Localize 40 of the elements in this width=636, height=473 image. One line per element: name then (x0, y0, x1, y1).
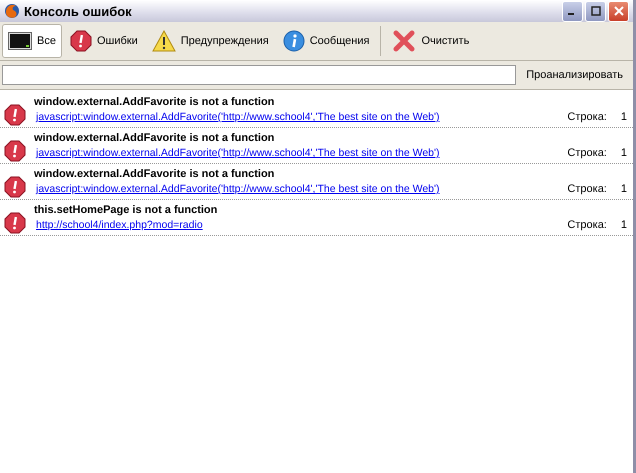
window-title: Консоль ошибок (24, 4, 132, 18)
filter-tab[interactable]: Сообщения (276, 24, 376, 58)
error-message: window.external.AddFavorite is not a function (34, 168, 276, 180)
line-label: Строка: (567, 147, 607, 159)
line-number: 1 (620, 219, 627, 231)
error-icon (4, 104, 26, 126)
error-icon (4, 140, 26, 162)
error-icon (70, 30, 92, 52)
line-label: Строка: (567, 183, 607, 195)
cross-icon (392, 30, 416, 52)
source-link[interactable]: javascript:window.external.AddFavorite('http://www.school4','The best site on the Web') (36, 183, 440, 195)
info-icon (282, 30, 305, 52)
source-link[interactable]: http://school4/index.php?mod=radio (36, 219, 203, 231)
code-input-field[interactable] (2, 65, 516, 85)
line-number: 1 (620, 147, 627, 159)
line-number: 1 (620, 111, 627, 123)
source-link[interactable]: javascript:window.external.AddFavorite('http://www.school4','The best site on the Web') (36, 147, 440, 159)
warning-icon (152, 30, 176, 52)
source-link[interactable]: javascript:window.external.AddFavorite('http://www.school4','The best site on the Web') (36, 111, 440, 123)
error-icon (4, 212, 26, 234)
line-number: 1 (620, 183, 627, 195)
minimize-icon (568, 13, 574, 15)
close-icon (612, 5, 624, 17)
close-button[interactable] (608, 0, 629, 22)
filter-tab[interactable]: Все (2, 24, 62, 58)
error-message: this.setHomePage is not a function (34, 204, 218, 216)
maximize-button[interactable] (585, 0, 606, 22)
filter-tab[interactable]: Предупреждения (146, 24, 275, 58)
filter-tab[interactable]: Ошибки (64, 24, 144, 58)
error-message: window.external.AddFavorite is not a function (34, 132, 276, 144)
app-logo-icon (4, 3, 20, 19)
error-message: window.external.AddFavorite is not a function (34, 96, 276, 108)
line-label: Строка: (567, 219, 607, 231)
line-label: Строка: (567, 111, 607, 123)
maximize-icon (590, 6, 600, 16)
clear-button[interactable]: Очистить (386, 24, 476, 58)
minimize-button[interactable] (562, 0, 583, 22)
console-icon (8, 32, 32, 50)
error-icon (4, 176, 26, 198)
evaluate-button[interactable]: Проанализировать (516, 69, 631, 81)
